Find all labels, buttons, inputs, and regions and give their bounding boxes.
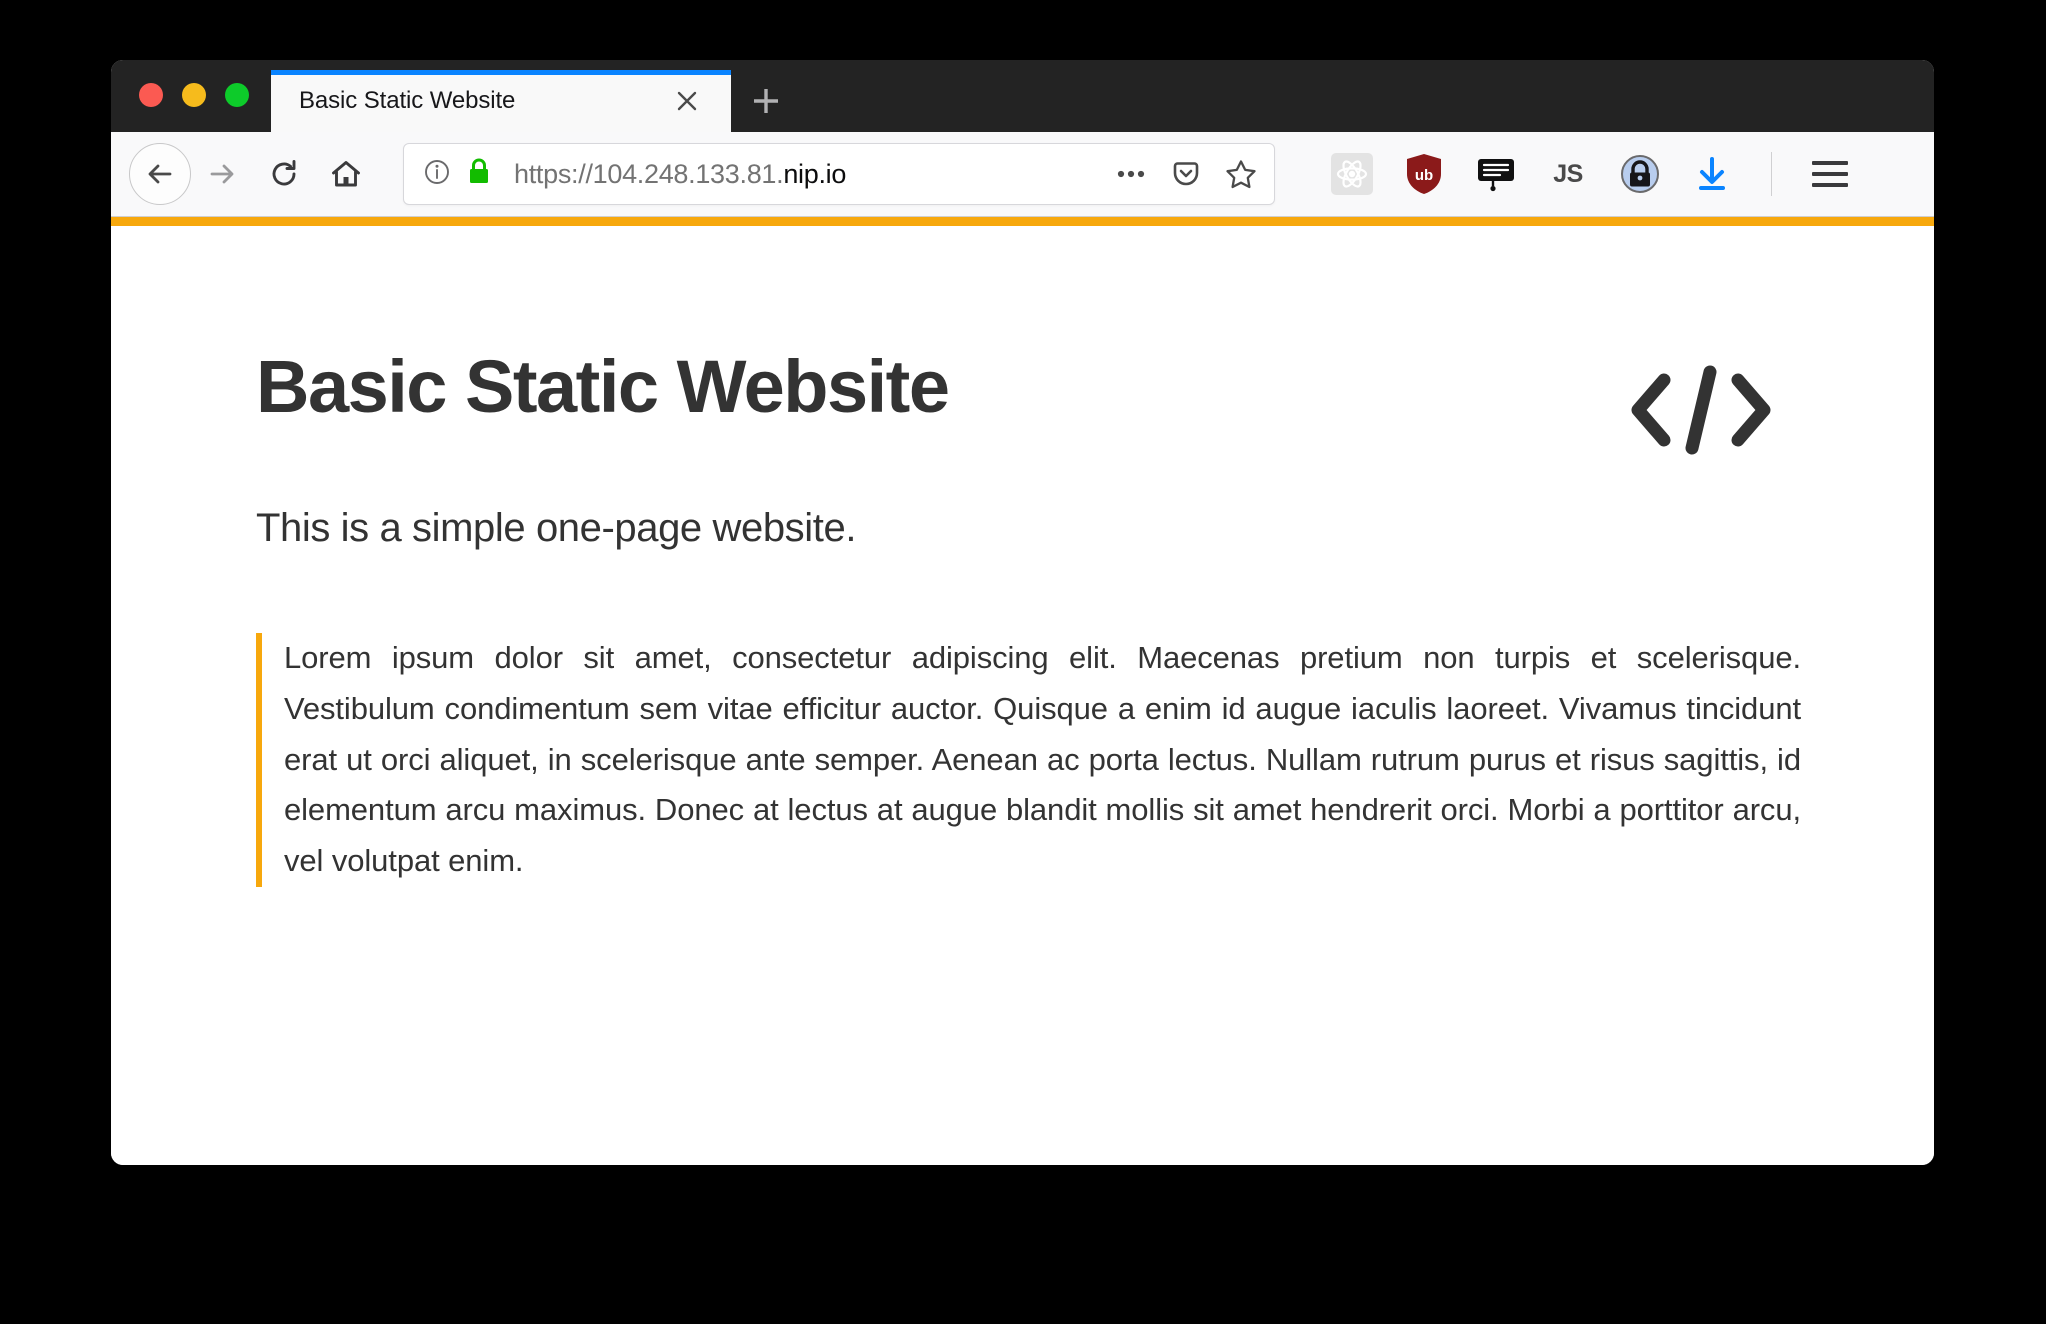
menu-line [1812,183,1848,187]
react-devtools-icon[interactable] [1329,151,1375,197]
reload-icon[interactable] [253,143,315,205]
browser-window: Basic Static Website https://104.248.133… [111,60,1934,1165]
toolbar-divider [1771,152,1772,196]
page-content: Basic Static Website This is a simple on… [111,226,1934,1165]
tab-list: Basic Static Website [271,60,799,132]
url-prefix: https://104.248.133.81. [514,158,784,189]
accent-bar [111,217,1934,226]
navigation-toolbar: https://104.248.133.81.nip.io ub JS [111,132,1934,217]
toolbar-extension-icons: ub JS [1329,151,1858,197]
forward-arrow-icon[interactable] [191,143,253,205]
info-icon[interactable] [422,157,452,192]
url-bar-actions [1114,157,1258,191]
window-minimize-button[interactable] [182,83,206,107]
tab-strip: Basic Static Website [111,60,1934,132]
home-icon[interactable] [315,143,377,205]
tab-basic-static-website[interactable]: Basic Static Website [271,70,731,132]
tab-title: Basic Static Website [299,87,516,114]
window-maximize-button[interactable] [225,83,249,107]
pocket-icon[interactable] [1170,158,1202,190]
notes-icon[interactable] [1473,151,1519,197]
url-text[interactable]: https://104.248.133.81.nip.io [514,159,1098,190]
window-close-button[interactable] [139,83,163,107]
javascript-toggle-icon[interactable]: JS [1545,151,1591,197]
page-actions-icon[interactable] [1114,159,1148,189]
back-arrow-icon[interactable] [129,143,191,205]
code-brackets-icon [1626,364,1776,456]
window-traffic-lights [111,83,249,132]
new-tab-button[interactable] [733,70,799,132]
page-subtitle: This is a simple one-page website. [256,506,857,550]
ublock-origin-icon[interactable]: ub [1401,151,1447,197]
content-header: Basic Static Website [256,346,1824,456]
menu-line [1812,172,1848,176]
downloads-icon[interactable] [1689,151,1735,197]
close-icon[interactable] [667,81,707,121]
menu-line [1812,161,1848,165]
page-title: Basic Static Website [256,345,950,428]
hamburger-menu-icon[interactable] [1812,151,1858,197]
svg-text:ub: ub [1415,167,1433,184]
url-bar[interactable]: https://104.248.133.81.nip.io [403,143,1275,205]
bookmark-star-icon[interactable] [1224,157,1258,191]
url-domain: nip.io [783,158,847,189]
padlock-icon[interactable] [466,157,492,192]
page-blockquote: Lorem ipsum dolor sit amet, consectetur … [256,633,1801,888]
privacy-lock-icon[interactable] [1617,151,1663,197]
identity-box[interactable] [422,157,492,192]
blockquote-text: Lorem ipsum dolor sit amet, consectetur … [284,640,1801,879]
